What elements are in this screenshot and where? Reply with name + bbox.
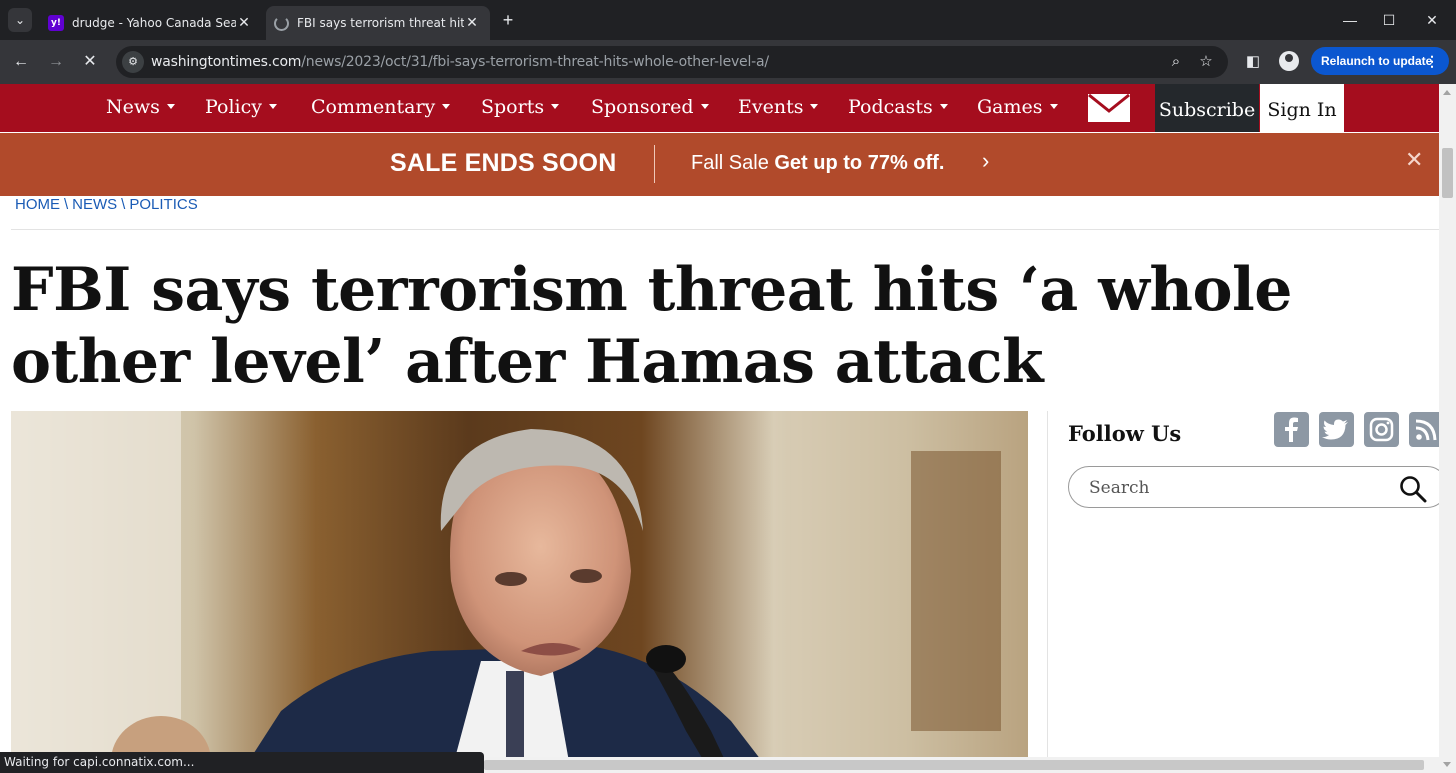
scroll-up-arrow-icon[interactable] — [1443, 90, 1451, 95]
tab-strip: ⌄ y! drudge - Yahoo Canada Search ✕ FBI … — [0, 0, 1456, 40]
site-info-icon[interactable]: ⚙ — [122, 51, 144, 73]
back-arrow-icon[interactable]: ← — [9, 50, 33, 74]
minimize-icon[interactable]: — — [1338, 10, 1362, 30]
close-tab-icon[interactable]: ✕ — [464, 15, 480, 31]
breadcrumb-politics[interactable]: POLITICS — [129, 196, 197, 213]
nav-label: Podcasts — [848, 96, 933, 118]
subscribe-button[interactable]: Subscribe — [1155, 84, 1259, 132]
sale-offer-prefix: Fall Sale — [691, 152, 775, 174]
caret-down-icon — [700, 103, 709, 109]
scroll-down-arrow-icon[interactable] — [1443, 762, 1451, 767]
photo-illustration — [11, 411, 1028, 773]
stop-loading-icon[interactable]: ✕ — [78, 50, 102, 74]
status-bubble: Waiting for capi.connatix.com... — [0, 752, 484, 773]
sign-in-button[interactable]: Sign In — [1260, 84, 1344, 132]
close-tab-icon[interactable]: ✕ — [236, 15, 252, 31]
relaunch-button[interactable]: Relaunch to update ⋮ — [1311, 47, 1449, 75]
chevron-down-icon: ⌄ — [14, 13, 26, 27]
sale-offer-text[interactable]: Fall Sale Get up to 77% off. — [691, 152, 944, 175]
zoom-icon[interactable]: ⌕ — [1166, 52, 1186, 72]
rss-icon[interactable] — [1409, 412, 1439, 447]
tab-title: FBI says terrorism threat hits 'a whole … — [297, 16, 464, 30]
sale-headline: SALE ENDS SOON — [390, 149, 617, 177]
url-host: washingtontimes.com — [151, 54, 302, 70]
sale-offer-bold: Get up to 77% off. — [774, 152, 945, 174]
relaunch-label: Relaunch to update — [1321, 54, 1433, 68]
caret-down-icon — [1049, 103, 1058, 109]
address-bar[interactable]: ⚙ washingtontimes.com/news/2023/oct/31/f… — [116, 46, 1228, 78]
site-nav-bar: News Policy Commentary Sports Sponsored … — [0, 84, 1439, 132]
facebook-icon[interactable] — [1274, 412, 1309, 447]
chevron-right-icon[interactable]: › — [982, 148, 989, 174]
yahoo-icon: y! — [48, 15, 64, 31]
nav-label: News — [106, 96, 160, 118]
nav-item-sports[interactable]: Sports — [481, 96, 560, 118]
sale-divider — [654, 145, 655, 183]
caret-down-icon — [939, 103, 948, 109]
scrollbar-thumb[interactable] — [484, 760, 1424, 770]
site-search-field[interactable] — [1068, 466, 1439, 508]
bookmark-star-icon[interactable]: ☆ — [1196, 52, 1216, 72]
newsletter-envelope-icon[interactable] — [1088, 94, 1130, 122]
article-lead-photo[interactable] — [11, 411, 1028, 773]
nav-item-sponsored[interactable]: Sponsored — [591, 96, 709, 118]
nav-label: Policy — [205, 96, 262, 118]
nav-item-news[interactable]: News — [106, 96, 175, 118]
horizontal-scrollbar[interactable] — [484, 757, 1439, 773]
nav-label: Games — [977, 96, 1043, 118]
nav-item-commentary[interactable]: Commentary — [311, 96, 451, 118]
url-path: /news/2023/oct/31/fbi-says-terrorism-thr… — [301, 54, 769, 70]
tab-fbi-article[interactable]: FBI says terrorism threat hits 'a whole … — [266, 6, 490, 40]
nav-label: Events — [738, 96, 804, 118]
breadcrumb-news[interactable]: NEWS — [72, 196, 117, 213]
more-menu-icon[interactable]: ⋮ — [1425, 53, 1439, 70]
nav-item-policy[interactable]: Policy — [205, 96, 277, 118]
url-text[interactable]: washingtontimes.com/news/2023/oct/31/fbi… — [151, 54, 769, 70]
profile-avatar-icon[interactable] — [1279, 51, 1299, 71]
caret-down-icon — [166, 103, 175, 109]
nav-label: Commentary — [311, 96, 436, 118]
nav-item-games[interactable]: Games — [977, 96, 1058, 118]
caret-down-icon — [810, 103, 819, 109]
caret-down-icon — [442, 103, 451, 109]
article-headline: FBI says terrorism threat hits ‘a whole … — [11, 255, 1292, 397]
maximize-icon[interactable]: ☐ — [1377, 10, 1401, 30]
close-window-icon[interactable]: ✕ — [1420, 10, 1444, 30]
forward-arrow-icon[interactable]: → — [44, 50, 68, 74]
nav-item-events[interactable]: Events — [738, 96, 819, 118]
page-viewport: News Policy Commentary Sports Sponsored … — [0, 84, 1439, 773]
caret-down-icon — [551, 103, 560, 109]
follow-us-label: Follow Us — [1068, 421, 1182, 446]
sale-banner[interactable]: SALE ENDS SOON Fall Sale Get up to 77% o… — [0, 133, 1439, 196]
breadcrumb: HOME \ NEWS \ POLITICS — [15, 196, 198, 213]
scrollbar-thumb[interactable] — [1442, 148, 1453, 198]
tab-yahoo-search[interactable]: y! drudge - Yahoo Canada Search ✕ — [40, 6, 262, 40]
instagram-icon[interactable] — [1364, 412, 1399, 447]
search-icon[interactable] — [1399, 475, 1427, 503]
new-tab-button[interactable]: + — [498, 10, 518, 30]
tab-title: drudge - Yahoo Canada Search — [72, 16, 236, 30]
close-banner-icon[interactable]: ✕ — [1405, 147, 1423, 173]
breadcrumb-divider — [11, 229, 1439, 230]
nav-item-podcasts[interactable]: Podcasts — [848, 96, 948, 118]
caret-down-icon — [268, 103, 277, 109]
nav-label: Sports — [481, 96, 545, 118]
twitter-icon[interactable] — [1319, 412, 1354, 447]
sidebar-divider — [1047, 411, 1048, 773]
loading-spinner-icon — [274, 15, 289, 31]
tab-search-button[interactable]: ⌄ — [8, 8, 32, 32]
side-panel-icon[interactable]: ◧ — [1241, 50, 1265, 74]
breadcrumb-home[interactable]: HOME — [15, 196, 60, 213]
vertical-scrollbar[interactable] — [1439, 84, 1456, 773]
nav-label: Sponsored — [591, 96, 694, 118]
browser-toolbar: ← → ✕ ⚙ washingtontimes.com/news/2023/oc… — [0, 40, 1456, 84]
search-input[interactable] — [1087, 476, 1391, 500]
